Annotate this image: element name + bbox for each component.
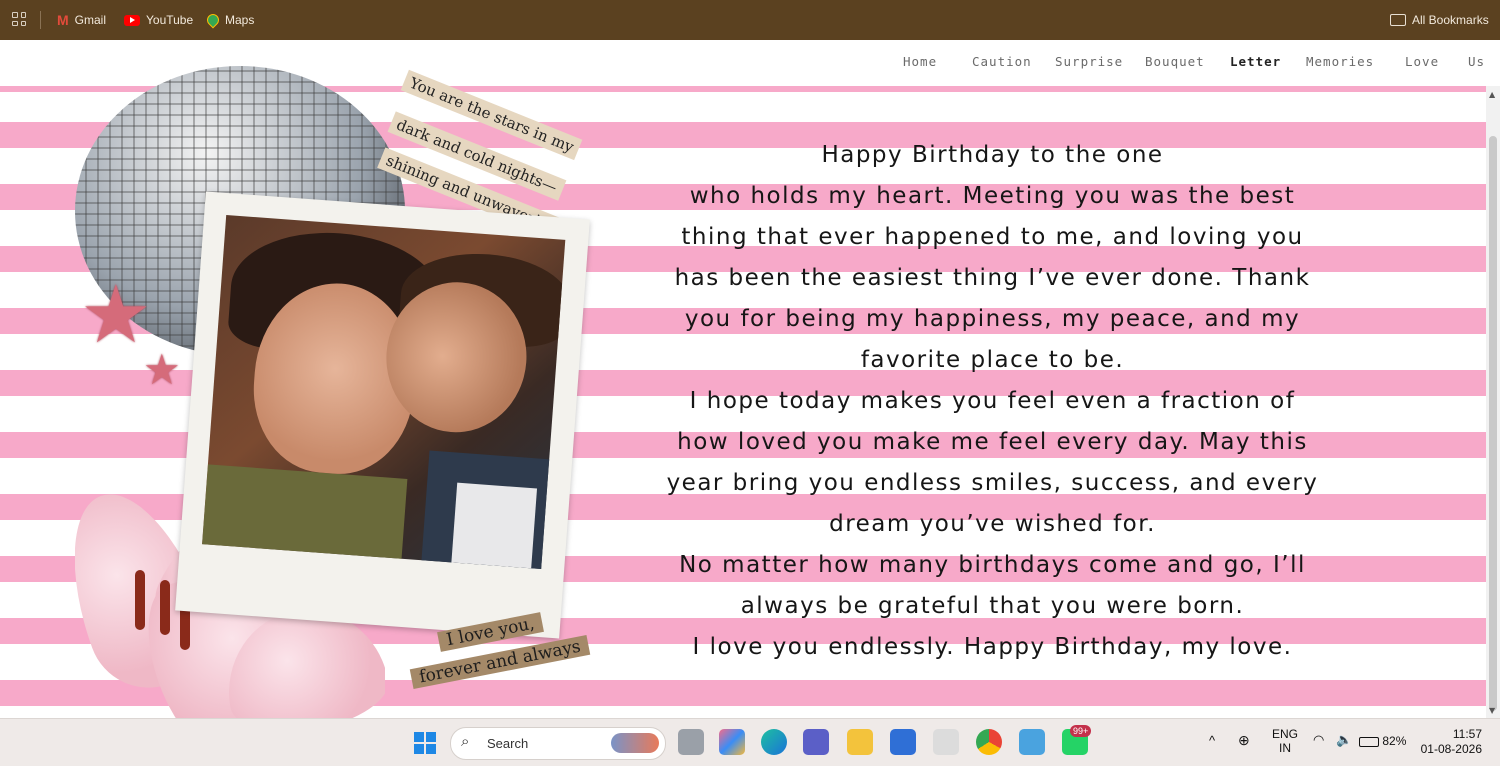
region: IN [1279,741,1291,755]
folder-icon [1390,14,1406,26]
search-placeholder: Search [487,736,529,751]
letter-line: No matter how many birthdays come and go… [679,552,1306,578]
letter-line: year bring you endless smiles, success, … [666,470,1319,496]
bookmark-label: Maps [225,13,255,27]
task-view-icon[interactable] [678,729,704,755]
wifi-icon[interactable]: ◠ [1313,732,1324,748]
volume-icon[interactable]: 🔈 [1336,732,1352,748]
chevron-up-icon[interactable]: ^ [1209,733,1215,748]
nav-love[interactable]: Love [1405,54,1439,69]
star-decoration: ★ [143,345,181,394]
bookmark-label: YouTube [146,13,194,27]
nav-home[interactable]: Home [903,54,937,69]
scroll-down-icon[interactable]: ▼ [1489,706,1495,715]
nav-us[interactable]: Us [1468,54,1485,69]
all-bookmarks[interactable]: All Bookmarks [1390,11,1489,29]
gmail-icon: M [57,12,69,28]
app-icon[interactable] [1019,729,1045,755]
youtube-icon [124,14,140,26]
language-indicator[interactable]: ENG IN [1272,727,1298,755]
location-icon[interactable]: ⊕ [1238,732,1250,749]
battery-indicator[interactable]: 82% [1359,734,1406,748]
letter-line: dream you’ve wished for. [829,511,1156,537]
battery-percent: 82% [1382,734,1407,748]
windows-taskbar: ⌕ Search 99+ ^ ⊕ ENG IN ◠ 🔈 82% 11:57 01… [0,718,1500,766]
nav-letter[interactable]: Letter [1230,54,1281,69]
whatsapp-icon[interactable]: 99+ [1062,725,1092,755]
language: ENG [1272,727,1299,741]
nav-caution[interactable]: Caution [972,54,1032,69]
bookmark-youtube[interactable]: YouTube [124,11,193,29]
polaroid-photo [175,191,590,639]
clock[interactable]: 11:57 01-08-2026 [1418,727,1482,757]
page-scrollbar[interactable]: ▲ ▼ [1486,86,1500,718]
scroll-up-icon[interactable]: ▲ [1489,90,1495,99]
taskbar-search[interactable]: ⌕ Search [450,727,666,760]
battery-icon [1359,736,1379,747]
date: 01-08-2026 [1420,742,1482,756]
app-icon[interactable] [890,729,916,755]
search-icon: ⌕ [461,733,470,750]
bookmark-gmail[interactable]: M Gmail [57,11,106,29]
star-decoration: ★ [80,268,152,361]
nav-surprise[interactable]: Surprise [1055,54,1123,69]
scrollbar-thumb[interactable] [1489,136,1497,711]
time: 11:57 [1452,727,1482,741]
nav-bouquet[interactable]: Bouquet [1145,54,1205,69]
letter-line: always be grateful that you were born. [740,593,1245,619]
windows-start-icon[interactable] [414,732,436,754]
divider [40,11,41,29]
bookmark-maps[interactable]: Maps [204,11,255,29]
letter-line: who holds my heart. Meeting you was the … [689,183,1296,209]
search-highlight-image [611,733,659,753]
notification-badge: 99+ [1070,725,1092,737]
letter-line: favorite place to be. [860,347,1125,373]
letter-line: I hope today makes you feel even a fract… [689,388,1296,414]
chrome-icon[interactable] [976,729,1002,755]
birthday-letter: Happy Birthday to the one who holds my h… [620,135,1365,668]
apps-grid-icon[interactable] [12,12,26,26]
file-explorer-icon[interactable] [847,729,873,755]
letter-line: how loved you make me feel every day. Ma… [677,429,1308,455]
letter-line: thing that ever happened to me, and lovi… [681,224,1304,250]
copilot-icon[interactable] [719,729,745,755]
letter-line: I love you endlessly. Happy Birthday, my… [692,634,1293,660]
bookmark-label: Gmail [74,13,107,27]
maps-icon [204,11,222,29]
bookmarks-bar: M Gmail YouTube Maps All Bookmarks [0,0,1500,40]
edge-icon[interactable] [761,729,787,755]
letter-line: has been the easiest thing I’ve ever don… [674,265,1311,291]
couple-photo [202,215,566,570]
nav-memories[interactable]: Memories [1306,54,1374,69]
letter-line: you for being my happiness, my peace, an… [684,306,1301,332]
teams-icon[interactable] [803,729,829,755]
letter-line: Happy Birthday to the one [821,142,1164,168]
all-bookmarks-label: All Bookmarks [1412,13,1489,27]
store-icon[interactable] [933,729,959,755]
